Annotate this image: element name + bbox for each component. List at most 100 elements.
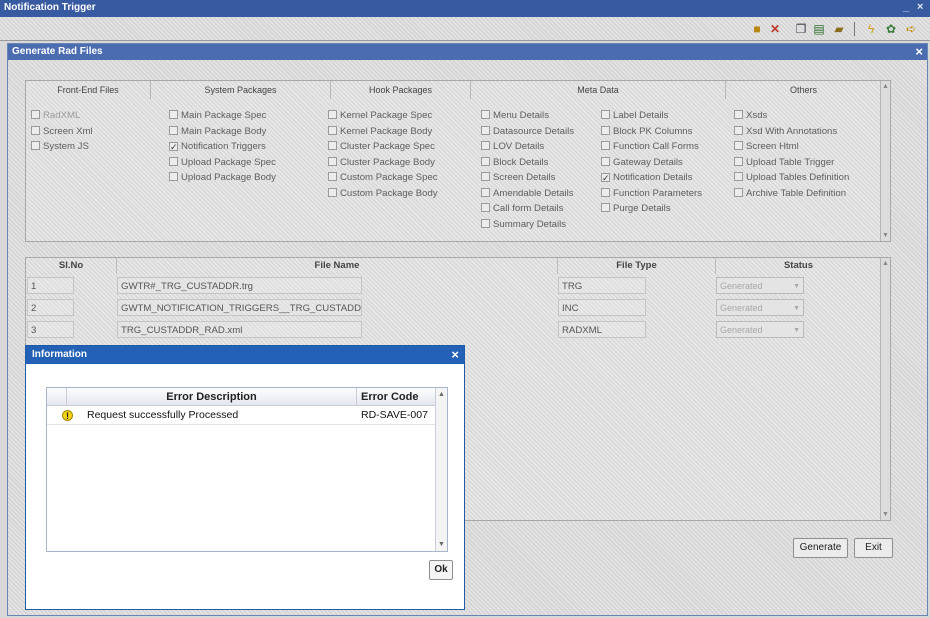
checkbox[interactable] (328, 141, 337, 150)
delete-icon[interactable]: ✕ (768, 22, 782, 36)
option-label-details[interactable]: Label Details (601, 110, 668, 122)
checkbox[interactable] (734, 141, 743, 150)
checkbox[interactable] (734, 172, 743, 181)
option-custom-package-body[interactable]: Custom Package Body (328, 187, 438, 200)
checkbox[interactable] (169, 156, 178, 166)
option-function-parameters[interactable]: Function Parameters (601, 187, 702, 200)
checkbox[interactable] (31, 125, 40, 135)
option-kernel-package-spec[interactable]: Kernel Package Spec (328, 110, 432, 122)
option-radxml[interactable]: RadXML (31, 110, 80, 122)
status-select[interactable]: Generated ▼ (716, 277, 804, 294)
file-name-cell[interactable]: TRG_CUSTADDR_RAD.xml (117, 321, 362, 338)
checkbox[interactable] (481, 156, 490, 166)
checkbox[interactable] (31, 141, 40, 150)
option-main-package-body[interactable]: Main Package Body (169, 125, 266, 138)
error-table-scrollbar[interactable]: ▲ ▼ (435, 388, 447, 551)
option-screen-xml[interactable]: Screen Xml (31, 125, 93, 138)
status-select[interactable]: Generated ▼ (716, 321, 804, 338)
checkbox[interactable] (481, 141, 490, 150)
file-type-cell[interactable]: INC (558, 299, 646, 316)
checkbox[interactable] (734, 187, 743, 197)
option-kernel-package-body[interactable]: Kernel Package Body (328, 125, 432, 138)
dialog-close-button[interactable]: × (451, 347, 459, 362)
option-cluster-package-spec[interactable]: Cluster Package Spec (328, 141, 435, 153)
checkbox[interactable] (481, 187, 490, 197)
option-call-form-details[interactable]: Call form Details (481, 203, 563, 215)
table-row[interactable]: 1 GWTR#_TRG_CUSTADDR.trg TRG Generated ▼ (26, 275, 886, 296)
generate-window-close-button[interactable]: × (915, 44, 923, 59)
option-menu-details[interactable]: Menu Details (481, 110, 549, 122)
settings-icon[interactable]: ✿ (884, 22, 898, 36)
checkbox[interactable] (169, 125, 178, 135)
lightning-icon[interactable]: ϟ (864, 22, 878, 36)
checkbox[interactable] (481, 172, 490, 181)
checkbox[interactable] (734, 125, 743, 135)
file-name-cell[interactable]: GWTM_NOTIFICATION_TRIGGERS__TRG_CUSTADDR… (117, 299, 362, 316)
checkbox[interactable] (601, 125, 610, 135)
option-screen-details[interactable]: Screen Details (481, 172, 555, 184)
window-close-button[interactable]: × (917, 1, 923, 13)
option-xsd-with-annotations[interactable]: Xsd With Annotations (734, 125, 837, 138)
checkbox[interactable] (734, 110, 743, 119)
copy-icon[interactable]: ❐ (794, 22, 808, 36)
minimize-button[interactable]: _ (903, 1, 909, 13)
option-gateway-details[interactable]: Gateway Details (601, 156, 683, 169)
option-upload-package-body[interactable]: Upload Package Body (169, 172, 276, 184)
checkbox[interactable] (481, 203, 490, 212)
option-xsds[interactable]: Xsds (734, 110, 767, 122)
option-system-js[interactable]: System JS (31, 141, 89, 153)
checkbox[interactable] (328, 187, 337, 197)
option-block-pk-columns[interactable]: Block PK Columns (601, 125, 692, 138)
print-icon[interactable]: ▤ (812, 22, 826, 36)
checkbox[interactable] (481, 218, 490, 228)
option-notification-triggers[interactable]: ✓ Notification Triggers (169, 141, 266, 153)
checkbox[interactable] (169, 172, 178, 181)
checkbox[interactable] (328, 156, 337, 166)
option-lov-details[interactable]: LOV Details (481, 141, 544, 153)
table-row[interactable]: 3 TRG_CUSTADDR_RAD.xml RADXML Generated ▼ (26, 319, 886, 340)
grid-scrollbar[interactable]: ▲ ▼ (880, 258, 890, 520)
checkbox[interactable] (481, 125, 490, 135)
option-archive-table-definition[interactable]: Archive Table Definition (734, 187, 846, 200)
checkbox[interactable] (734, 156, 743, 166)
option-summary-details[interactable]: Summary Details (481, 218, 566, 231)
option-block-details[interactable]: Block Details (481, 156, 548, 169)
option-datasource-details[interactable]: Datasource Details (481, 125, 574, 138)
checkbox[interactable]: ✓ (169, 142, 178, 152)
checkbox[interactable] (601, 141, 610, 150)
checkbox[interactable] (328, 110, 337, 119)
option-amendable-details[interactable]: Amendable Details (481, 187, 574, 200)
generate-button[interactable]: Generate (793, 538, 848, 558)
exit-button[interactable]: Exit (854, 538, 893, 558)
checkbox[interactable] (481, 110, 490, 119)
new-icon[interactable]: ■ (750, 22, 764, 36)
table-row[interactable]: 2 GWTM_NOTIFICATION_TRIGGERS__TRG_CUSTADD… (26, 297, 886, 318)
option-main-package-spec[interactable]: Main Package Spec (169, 110, 266, 122)
option-notification-details[interactable]: ✓ Notification Details (601, 172, 692, 184)
option-upload-tables-definition[interactable]: Upload Tables Definition (734, 172, 849, 184)
file-type-cell[interactable]: RADXML (558, 321, 646, 338)
checkbox[interactable] (601, 156, 610, 166)
file-type-cell[interactable]: TRG (558, 277, 646, 294)
checkbox[interactable] (31, 110, 40, 119)
option-cluster-package-body[interactable]: Cluster Package Body (328, 156, 435, 169)
options-scrollbar[interactable]: ▲ ▼ (880, 81, 890, 241)
checkbox[interactable] (601, 110, 610, 119)
checkbox[interactable] (328, 125, 337, 135)
checkbox[interactable] (601, 203, 610, 212)
checkbox[interactable] (601, 187, 610, 197)
folder-icon[interactable]: ▰ (832, 22, 846, 36)
option-screen-html[interactable]: Screen Html (734, 141, 799, 153)
checkbox[interactable] (328, 172, 337, 181)
file-name-cell[interactable]: GWTR#_TRG_CUSTADDR.trg (117, 277, 362, 294)
exit-icon[interactable]: ➪ (904, 22, 918, 36)
option-function-call-forms[interactable]: Function Call Forms (601, 141, 699, 153)
option-upload-package-spec[interactable]: Upload Package Spec (169, 156, 276, 169)
option-custom-package-spec[interactable]: Custom Package Spec (328, 172, 438, 184)
status-select[interactable]: Generated ▼ (716, 299, 804, 316)
option-upload-table-trigger[interactable]: Upload Table Trigger (734, 156, 834, 169)
checkbox[interactable]: ✓ (601, 173, 610, 183)
checkbox[interactable] (169, 110, 178, 119)
ok-button[interactable]: Ok (429, 560, 453, 580)
option-purge-details[interactable]: Purge Details (601, 203, 671, 215)
